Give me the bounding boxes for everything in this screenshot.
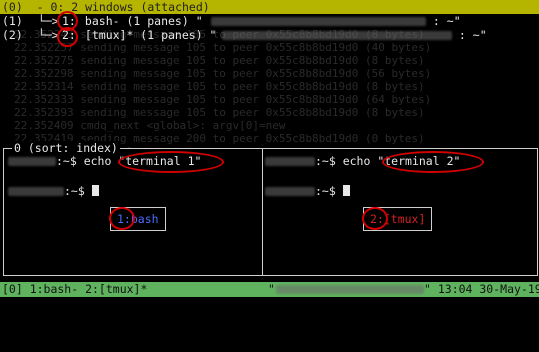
prompt-suffix: :~$ [315,184,343,198]
window-description: [tmux]* (1 panes) " [78,28,217,42]
tree-header-text: (0) - 0: 2 windows (attached) [2,0,210,14]
redacted-title [211,17,426,26]
redacted-user [265,187,315,196]
log-line: 22.352257 sending message 105 to peer 0x… [14,41,432,54]
log-line: 22.352393 sending message 105 to peer 0x… [14,106,425,119]
prompt-suffix: :~$ [315,154,343,168]
log-line: 22.352314 sending message 105 to peer 0x… [14,80,425,93]
prompt-line: :~$ [265,184,350,198]
annotation-circle [362,207,388,230]
redacted-user [265,157,315,166]
status-left: [0] 1:bash- 2:[tmux]* [2,282,148,296]
prompt-suffix: :~$ [64,184,92,198]
redacted-user [8,187,64,196]
cursor [342,185,350,196]
prompt-suffix: :~$ [56,154,84,168]
status-right: " 13:04 30-May-19 [424,282,539,296]
tree-row-index: (2) [2,28,23,42]
redacted-user [8,157,56,166]
log-line: 22.352409 cmdq_next <global>: argv[0]=ne… [14,119,286,132]
tree-header: (0) - 0: 2 windows (attached) [0,0,539,14]
annotation-circle [109,207,135,230]
annotation-circle [118,151,224,173]
pane-label-name: bash [130,212,159,226]
tree-row-index: (1) [2,14,23,28]
redacted-title [222,31,452,40]
window-path: : ~" [452,28,487,42]
preview-title: 0 (sort: index) [12,141,120,155]
tree-row-window-2[interactable]: (2) └─> 2: [tmux]* (1 panes) " : ~" [0,28,539,42]
tree-row-window-1[interactable]: (1) └─> 1: bash- (1 panes) " : ~" [0,14,539,28]
command: echo [83,154,119,168]
log-line: 22.352275 sending message 105 to peer 0x… [14,54,425,67]
redacted-hostname [276,285,424,294]
log-line: 22.352333 sending message 105 to peer 0x… [14,93,432,106]
prompt-line: :~$ [8,184,99,198]
status-bar: [0] 1:bash- 2:[tmux]* " " 13:04 30-May-1… [0,282,539,297]
annotation-circle [382,151,484,173]
log-line: 22.352298 sending message 105 to peer 0x… [14,67,432,80]
status-quote: " [268,282,275,296]
pane-label-name: [tmux] [383,212,426,226]
annotation-circle [57,27,78,47]
command: echo [342,154,378,168]
cursor [91,185,99,196]
window-path: : ~" [426,14,461,28]
window-description: bash- (1 panes) " [78,14,203,28]
